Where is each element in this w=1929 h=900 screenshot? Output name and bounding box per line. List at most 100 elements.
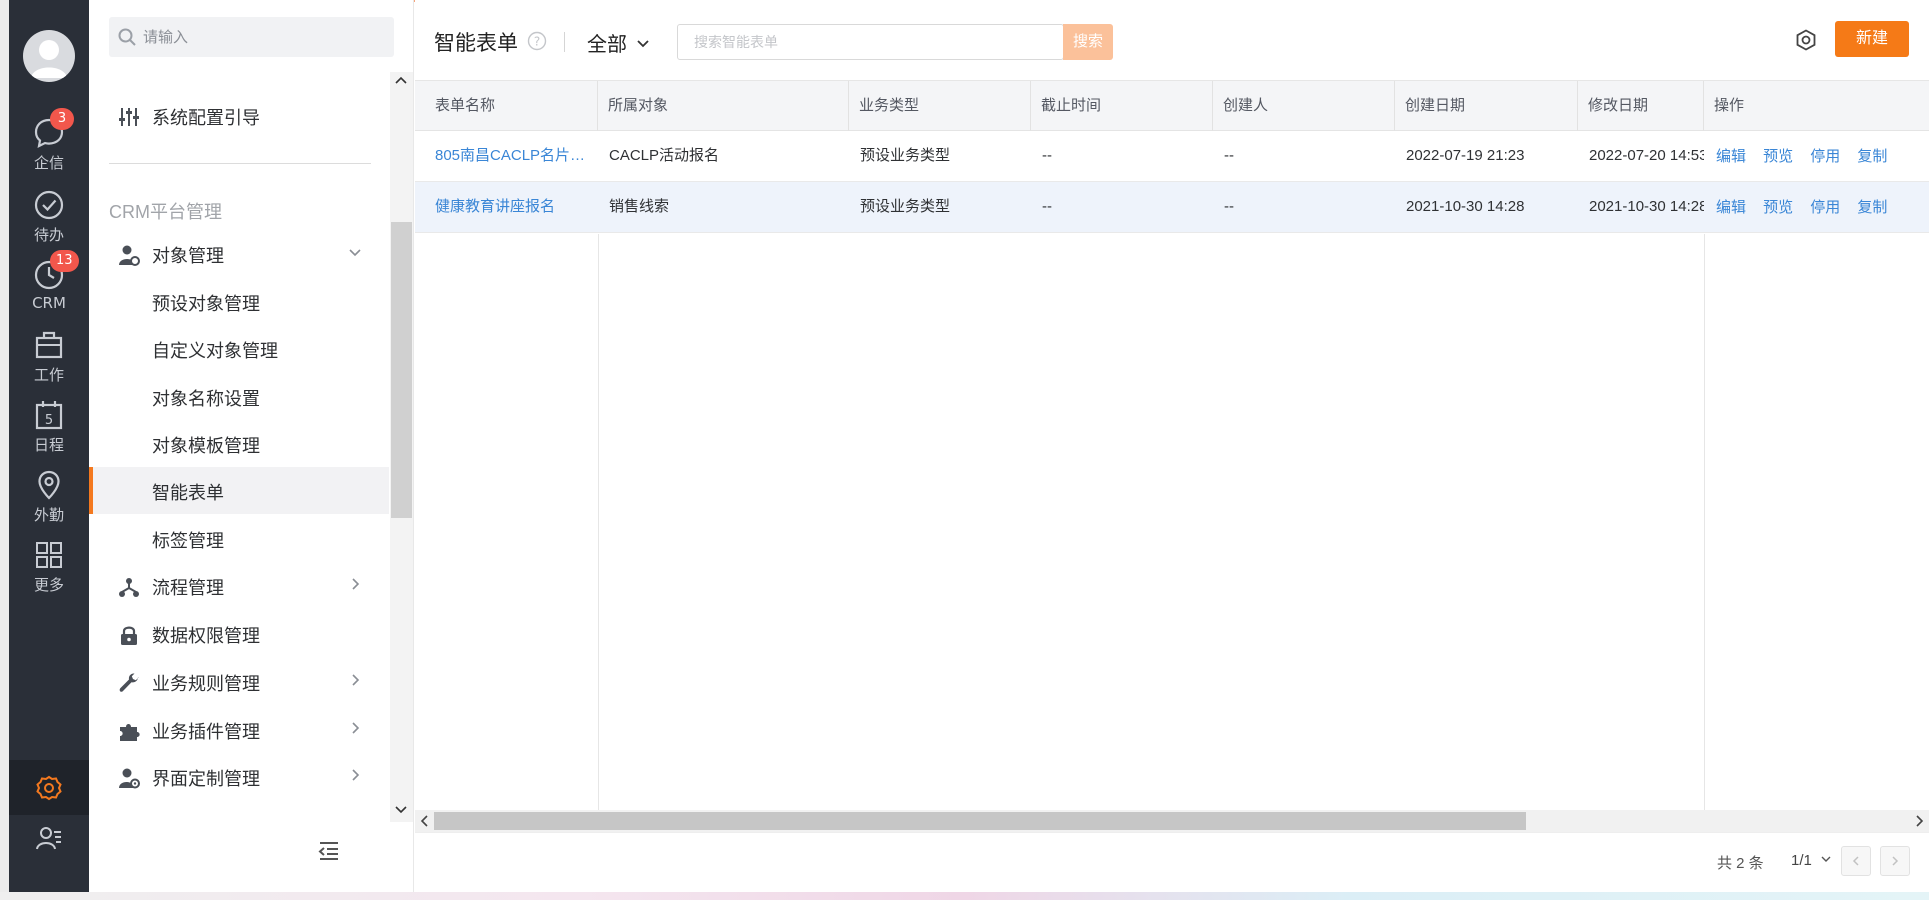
column-divider xyxy=(1704,234,1705,810)
rail-item-field[interactable]: 外勤 xyxy=(9,468,89,532)
rail-item-more[interactable]: 更多 xyxy=(9,538,89,602)
sidebar-item-tags[interactable]: 标签管理 xyxy=(89,515,389,562)
table-cell: -- xyxy=(1042,198,1052,215)
app-window: 3 企信 待办 13 CRM 工作 5 日程 外勤 更多 请输入 系统配置引导 … xyxy=(0,0,1929,900)
calendar-icon: 5 xyxy=(35,401,63,430)
collapse-sidebar-button[interactable] xyxy=(317,840,341,862)
sidebar-item-label: 对象管理 xyxy=(152,246,224,266)
column-header[interactable]: 所属对象 xyxy=(598,81,849,131)
location-pin-icon xyxy=(38,470,60,500)
rail-user-button[interactable] xyxy=(9,824,89,864)
sidebar-item-label: 预设对象管理 xyxy=(152,294,260,314)
preview-link[interactable]: 预览 xyxy=(1763,148,1793,165)
horizontal-scroll-thumb[interactable] xyxy=(434,812,1526,830)
sidebar-scrollbar[interactable] xyxy=(390,72,413,822)
scroll-up-icon[interactable] xyxy=(394,74,408,88)
sidebar-item-label: 数据权限管理 xyxy=(152,626,260,646)
preview-link[interactable]: 预览 xyxy=(1763,199,1793,216)
sidebar-item-config-guide[interactable]: 系统配置引导 xyxy=(89,92,389,139)
rail-settings-button[interactable] xyxy=(9,762,89,814)
sidebar-item-label: 业务规则管理 xyxy=(152,674,260,694)
edit-link[interactable]: 编辑 xyxy=(1716,199,1746,216)
rail-item-messages[interactable]: 3 企信 xyxy=(9,108,89,180)
settings-gear-icon xyxy=(36,775,62,801)
collapse-menu-icon xyxy=(318,842,338,860)
svg-text:?: ? xyxy=(534,35,540,49)
copy-link[interactable]: 复制 xyxy=(1857,148,1887,165)
rail-item-label: 外勤 xyxy=(33,506,64,524)
next-page-button[interactable] xyxy=(1880,846,1910,876)
column-header[interactable]: 表单名称 xyxy=(415,81,598,131)
sidebar-item-smart-forms[interactable]: 智能表单 xyxy=(89,467,389,514)
rail-item-crm[interactable]: 13 CRM xyxy=(9,250,89,322)
user-gear-icon xyxy=(119,768,140,789)
rail-item-label: 待办 xyxy=(33,226,64,244)
chevron-down-icon xyxy=(1821,856,1831,862)
chevron-down-icon xyxy=(349,249,361,257)
column-divider xyxy=(598,234,599,810)
chevron-right-icon xyxy=(352,769,360,781)
sidebar-item-object-names[interactable]: 对象名称设置 xyxy=(89,373,389,420)
column-header[interactable]: 创建人 xyxy=(1213,81,1395,131)
chevron-right-icon xyxy=(352,674,360,686)
sidebar-search xyxy=(109,17,394,57)
puzzle-icon xyxy=(120,724,140,741)
sidebar-scroll-thumb[interactable] xyxy=(391,222,412,518)
sidebar-search-input[interactable] xyxy=(143,17,383,57)
rail-item-todo[interactable]: 待办 xyxy=(9,188,89,252)
sidebar-item-object-templates[interactable]: 对象模板管理 xyxy=(89,420,389,467)
forms-table: 表单名称 所属对象 业务类型 截止时间 创建人 创建日期 修改日期 操作 805… xyxy=(415,80,1929,810)
scope-dropdown[interactable]: 全部 xyxy=(587,28,651,57)
form-search-input[interactable] xyxy=(694,25,984,59)
avatar-placeholder-icon xyxy=(31,40,67,78)
sidebar-item-process[interactable]: 流程管理 xyxy=(89,562,389,609)
sidebar-item-data-permissions[interactable]: 数据权限管理 xyxy=(89,610,389,657)
column-header[interactable]: 修改日期 xyxy=(1578,81,1704,131)
avatar[interactable] xyxy=(23,30,75,82)
page-selector[interactable]: 1/1 xyxy=(1791,852,1832,869)
flow-icon xyxy=(119,578,139,597)
rail-item-schedule[interactable]: 5 日程 xyxy=(9,398,89,462)
rail-item-label: CRM xyxy=(32,294,66,312)
page-indicator: 1/1 xyxy=(1791,852,1812,869)
table-horizontal-scrollbar[interactable] xyxy=(415,810,1929,832)
table-cell: -- xyxy=(1224,147,1234,164)
new-form-button[interactable]: 新建 xyxy=(1835,21,1909,57)
sidebar-item-ui-customization[interactable]: 界面定制管理 xyxy=(89,753,389,800)
sidebar-item-business-plugins[interactable]: 业务插件管理 xyxy=(89,706,389,753)
sidebar-item-preset-objects[interactable]: 预设对象管理 xyxy=(89,278,389,325)
scroll-right-icon[interactable] xyxy=(1911,812,1927,830)
sidebar-item-object-management[interactable]: 对象管理 xyxy=(89,230,389,277)
edit-link[interactable]: 编辑 xyxy=(1716,148,1746,165)
help-icon[interactable]: ? xyxy=(527,31,547,51)
chevron-down-icon xyxy=(635,34,651,57)
title-divider xyxy=(564,32,565,52)
prev-page-button[interactable] xyxy=(1841,846,1871,876)
row-actions: 编辑 预览 停用 复制 xyxy=(1704,131,1899,181)
disable-link[interactable]: 停用 xyxy=(1810,199,1840,216)
scroll-down-icon[interactable] xyxy=(394,802,408,816)
form-name-link[interactable]: 健康教育讲座报名 xyxy=(415,182,598,232)
disable-link[interactable]: 停用 xyxy=(1810,148,1840,165)
column-header[interactable]: 截止时间 xyxy=(1031,81,1213,131)
nav-rail: 3 企信 待办 13 CRM 工作 5 日程 外勤 更多 xyxy=(9,0,89,900)
sidebar-item-custom-objects[interactable]: 自定义对象管理 xyxy=(89,325,389,372)
scroll-left-icon[interactable] xyxy=(417,812,433,830)
rail-item-work[interactable]: 工作 xyxy=(9,328,89,392)
table-footer xyxy=(415,832,1929,892)
copy-link[interactable]: 复制 xyxy=(1857,199,1887,216)
table-row[interactable]: 健康教育讲座报名 销售线索 预设业务类型 -- -- 2021-10-30 14… xyxy=(415,182,1929,233)
scope-value: 全部 xyxy=(587,34,627,56)
table-cell: 2022-07-20 14:53 xyxy=(1589,147,1704,164)
search-button[interactable]: 搜索 xyxy=(1063,24,1113,60)
table-cell: CACLP活动报名 xyxy=(609,147,720,164)
hexagon-settings-icon[interactable] xyxy=(1794,28,1818,52)
form-name-link[interactable]: 805南昌CACLP名片收集 xyxy=(415,131,598,181)
search-icon xyxy=(118,28,136,46)
table-row[interactable]: 805南昌CACLP名片收集 CACLP活动报名 预设业务类型 -- -- 20… xyxy=(415,131,1929,182)
sidebar-item-business-rules[interactable]: 业务规则管理 xyxy=(89,658,389,705)
sidebar-item-label: 界面定制管理 xyxy=(152,769,260,789)
sidebar-divider xyxy=(109,163,371,164)
column-header[interactable]: 业务类型 xyxy=(849,81,1031,131)
column-header[interactable]: 创建日期 xyxy=(1395,81,1578,131)
